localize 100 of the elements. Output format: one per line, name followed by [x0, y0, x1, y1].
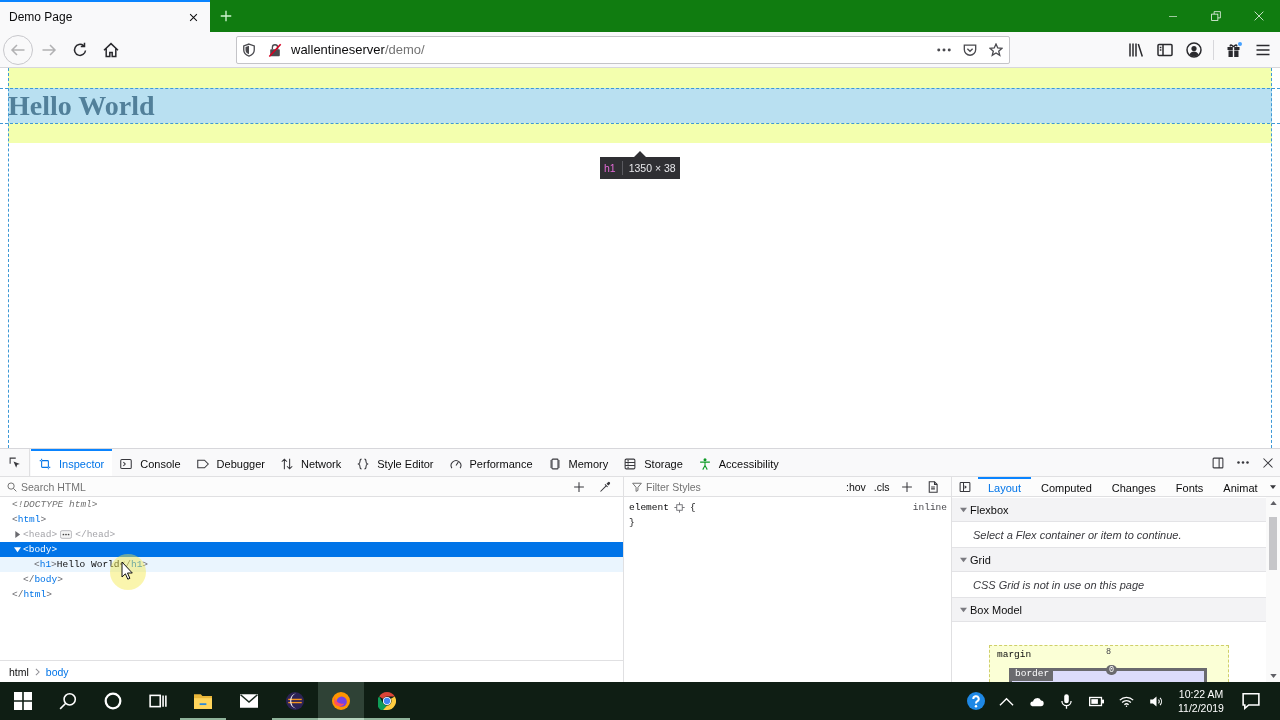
eyedropper-icon[interactable] — [599, 480, 611, 493]
tag-shape-icon — [196, 457, 209, 470]
more-dots-icon[interactable] — [937, 47, 951, 52]
cloud-icon[interactable] — [1028, 695, 1044, 707]
star-icon[interactable] — [989, 42, 1003, 57]
library-icon[interactable] — [1127, 41, 1144, 58]
filter-field[interactable]: Filter Styles — [646, 478, 842, 495]
home-icon[interactable] — [103, 41, 119, 58]
console-icon — [120, 457, 133, 470]
devtools-tab[interactable]: Inspector — [31, 449, 113, 476]
task-view-icon[interactable] — [148, 692, 167, 710]
taskbar-app-button[interactable] — [318, 682, 364, 720]
scroll-up-icon[interactable] — [1269, 501, 1277, 505]
sidebar-tab[interactable]: Computed — [1031, 477, 1102, 497]
devtools-tab[interactable]: Style Editor — [349, 449, 442, 476]
document-icon[interactable] — [926, 480, 939, 493]
eclipse-logo-icon — [286, 692, 304, 710]
sidebar-tab[interactable]: Changes — [1101, 477, 1166, 497]
envelope-icon — [240, 692, 258, 710]
pseudo-toggle[interactable]: .cls — [869, 480, 894, 493]
search-field[interactable]: Search HTML — [21, 478, 566, 495]
markup-row[interactable]: <body> — [0, 542, 623, 557]
element-picker-icon[interactable] — [8, 456, 21, 469]
folder-icon — [194, 692, 212, 710]
windows-start-icon[interactable] — [13, 692, 32, 710]
close-icon[interactable] — [189, 12, 198, 22]
section-header[interactable]: Grid — [952, 548, 1266, 572]
devtools-tab[interactable]: Console — [112, 449, 189, 476]
battery-icon[interactable] — [1088, 695, 1104, 707]
devtools-tab[interactable]: Accessibility — [690, 449, 787, 476]
caret-right-icon[interactable] — [14, 531, 21, 538]
back-arrow-icon — [10, 41, 26, 58]
account-icon[interactable] — [1185, 41, 1202, 58]
devtools-tab[interactable]: Memory — [540, 449, 617, 476]
braces-icon — [357, 457, 370, 470]
search-icon — [7, 481, 17, 492]
chip-icon — [548, 457, 561, 470]
devtools-tab[interactable]: Performance — [441, 449, 541, 476]
gift-icon[interactable] — [1225, 41, 1242, 58]
browser-tab[interactable]: Demo Page — [0, 0, 210, 32]
rule-selector: element — [629, 502, 669, 513]
speaker-icon[interactable] — [1148, 695, 1164, 707]
markup-row[interactable]: </html> — [0, 587, 623, 602]
section-header[interactable]: Box Model — [952, 598, 1266, 622]
sidebar-tab[interactable]: Fonts — [1165, 477, 1214, 497]
ellipsis-badge-icon[interactable] — [60, 530, 73, 539]
crosshair-icon[interactable] — [673, 502, 685, 513]
devtools-tab[interactable]: Network — [272, 449, 350, 476]
address-bar[interactable]: wallentineserver/demo/ — [236, 35, 1010, 64]
sidebar-tab[interactable]: Layout — [978, 477, 1032, 497]
wifi-icon[interactable] — [1118, 695, 1134, 707]
pocket-icon[interactable] — [963, 42, 977, 57]
markup-row[interactable]: <!DOCTYPE html> — [0, 497, 623, 512]
rule-open-brace: { — [689, 502, 696, 513]
close-icon[interactable] — [1261, 456, 1274, 469]
search-icon[interactable] — [58, 692, 77, 710]
sidebar-tab[interactable]: Animat — [1213, 477, 1258, 497]
section-header[interactable]: Flexbox — [952, 498, 1266, 522]
devtools-tab[interactable]: Storage — [616, 449, 691, 476]
crossed-lock-icon[interactable] — [268, 42, 282, 57]
reload-icon[interactable] — [72, 41, 88, 58]
margin-top-value[interactable]: 8 — [1106, 647, 1112, 657]
breadcrumb[interactable]: html — [9, 665, 29, 678]
more-dots-icon[interactable] — [1236, 461, 1249, 464]
rule-source: inline — [912, 502, 947, 513]
dock-icon[interactable] — [1211, 456, 1224, 469]
tooltip-tag: h1 — [604, 161, 623, 175]
markup-row[interactable]: <html> — [0, 512, 623, 527]
pseudo-toggle[interactable]: :hov — [842, 480, 870, 493]
notification-icon[interactable] — [1241, 692, 1260, 710]
vertical-scrollbar[interactable] — [1266, 497, 1280, 682]
chrome-logo-icon — [378, 692, 396, 710]
scrollbar-thumb[interactable] — [1269, 517, 1277, 570]
shield-icon[interactable] — [242, 42, 256, 57]
inspector-box-icon — [39, 457, 51, 470]
markup-row[interactable]: </body> — [0, 572, 623, 587]
margin-label: margin — [997, 649, 1032, 660]
up-down-arrows-icon — [280, 457, 293, 470]
caret-down-icon[interactable] — [1270, 484, 1276, 489]
help-icon[interactable] — [967, 692, 985, 710]
chevron-up-icon[interactable] — [998, 695, 1014, 707]
url-text[interactable]: wallentineserver/demo/ — [289, 42, 425, 57]
taskbar-clock[interactable]: 10:22 AM 11/2/2019 — [1171, 682, 1231, 720]
plus-icon[interactable] — [573, 480, 585, 493]
sidebar-icon[interactable] — [1156, 41, 1173, 58]
devtools-tab[interactable]: Debugger — [188, 449, 273, 476]
scroll-down-icon[interactable] — [1269, 674, 1277, 678]
minimize-icon[interactable] — [1167, 15, 1178, 17]
person-icon — [698, 457, 711, 470]
plus-icon[interactable] — [900, 480, 913, 493]
breadcrumb[interactable]: body — [45, 665, 69, 678]
microphone-icon[interactable] — [1060, 693, 1072, 709]
storage-icon — [624, 457, 637, 470]
restore-icon[interactable] — [1210, 11, 1221, 21]
border-label: border — [1012, 668, 1054, 681]
firefox-logo-icon — [332, 692, 350, 710]
page-heading: Hello World — [8, 89, 155, 122]
circle-icon[interactable] — [103, 692, 122, 710]
sidebar-toggle-icon[interactable] — [959, 480, 971, 493]
border-top-value[interactable]: 0 — [1106, 665, 1118, 675]
